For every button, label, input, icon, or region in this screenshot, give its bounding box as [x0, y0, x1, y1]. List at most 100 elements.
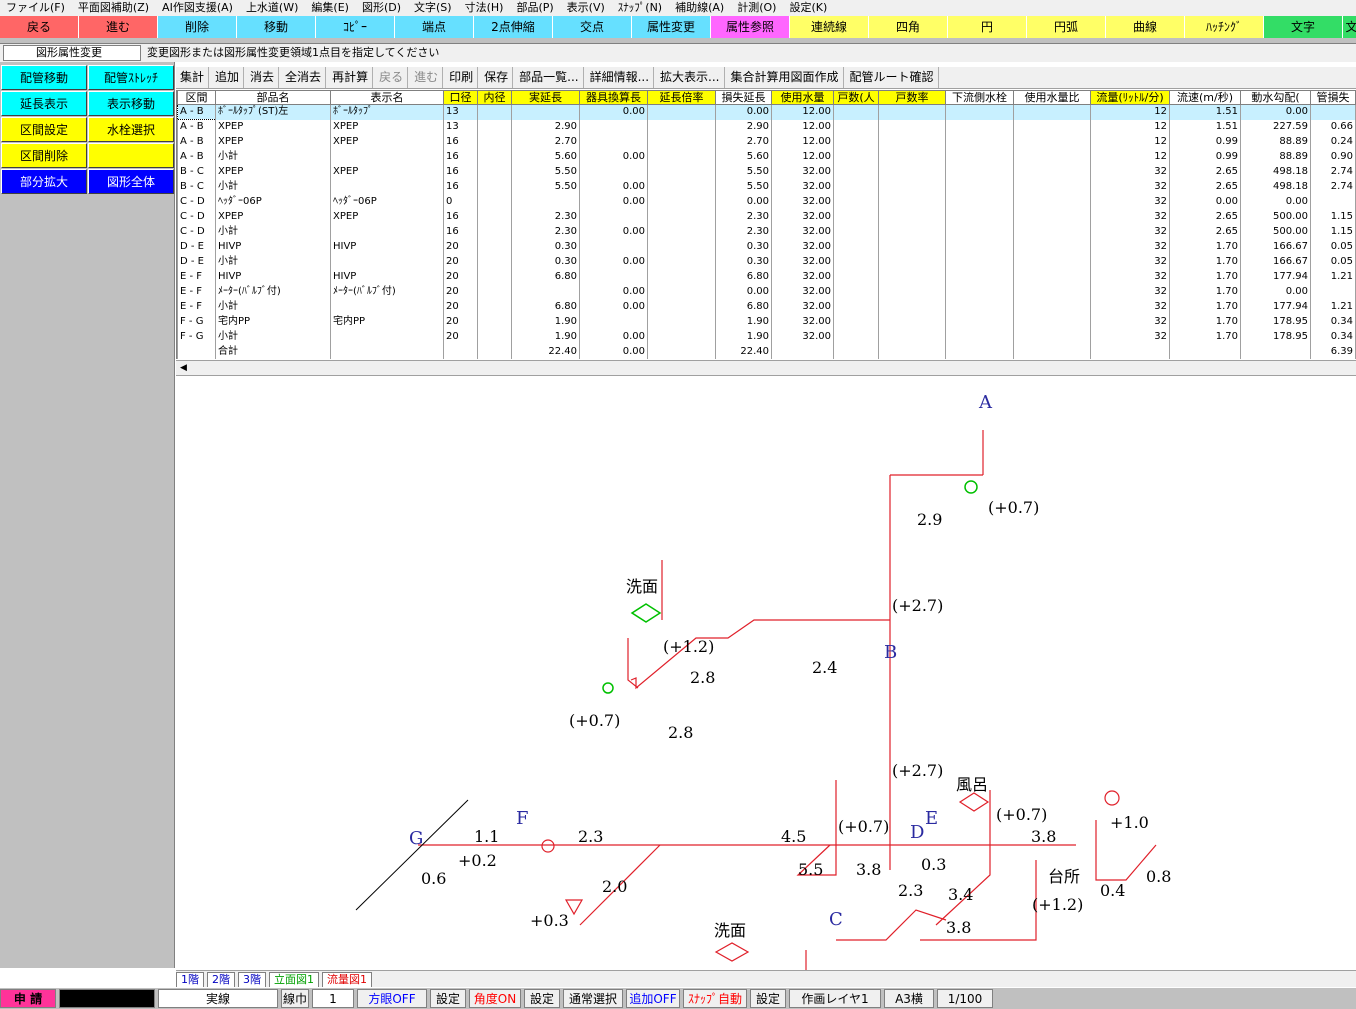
table-cell[interactable]: 498.18: [1240, 179, 1311, 195]
table-cell[interactable]: [1013, 224, 1091, 240]
menu-item[interactable]: 設定(K): [783, 0, 834, 16]
table-toolbar-button[interactable]: 集合計算用図面作成: [727, 67, 844, 88]
table-cell[interactable]: A - B: [177, 134, 216, 150]
table-cell[interactable]: [330, 254, 444, 270]
table-cell[interactable]: [945, 104, 1014, 120]
table-cell[interactable]: 0.30: [715, 239, 772, 255]
table-cell[interactable]: 498.18: [1240, 164, 1311, 180]
linetype-selector[interactable]: 実線: [158, 989, 278, 1008]
table-cell[interactable]: [1310, 104, 1356, 120]
table-cell[interactable]: 32: [1090, 194, 1170, 210]
table-cell[interactable]: 32.00: [771, 164, 834, 180]
table-cell[interactable]: 0.00: [579, 299, 648, 315]
column-header[interactable]: 延長倍率: [647, 90, 716, 105]
command-button[interactable]: 曲線: [1106, 16, 1185, 38]
table-cell[interactable]: 13: [443, 104, 478, 120]
table-cell[interactable]: XPEP: [330, 164, 444, 180]
table-cell[interactable]: 177.94: [1240, 299, 1311, 315]
table-cell[interactable]: [477, 209, 512, 225]
table-cell[interactable]: [647, 269, 716, 285]
table-cell[interactable]: 2.30: [511, 224, 580, 240]
table-cell[interactable]: 20: [443, 269, 478, 285]
table-cell[interactable]: [833, 269, 879, 285]
column-header[interactable]: 部品名: [215, 90, 331, 105]
column-header[interactable]: 下流側水栓: [945, 90, 1014, 105]
table-cell[interactable]: 12.00: [771, 149, 834, 165]
table-cell[interactable]: 12.00: [771, 104, 834, 120]
table-cell[interactable]: [833, 239, 879, 255]
table-cell[interactable]: [945, 224, 1014, 240]
table-cell[interactable]: [945, 269, 1014, 285]
table-cell[interactable]: 1.51: [1169, 119, 1241, 135]
piping-drawing-canvas[interactable]: A B C D E F G 洗面 洗面 風呂 台所 2.9 2.8 2.4 2.…: [176, 380, 1356, 970]
table-cell[interactable]: 32.00: [771, 284, 834, 300]
table-cell[interactable]: 32.00: [771, 299, 834, 315]
table-cell[interactable]: 5.60: [715, 149, 772, 165]
table-cell[interactable]: [878, 239, 946, 255]
table-toolbar-button[interactable]: 配管ルート確認: [846, 67, 939, 88]
menu-item[interactable]: 上水道(W): [240, 0, 305, 16]
table-cell[interactable]: [878, 104, 946, 120]
table-cell[interactable]: [945, 209, 1014, 225]
table-cell[interactable]: 227.59: [1240, 119, 1311, 135]
table-cell[interactable]: [945, 164, 1014, 180]
table-cell[interactable]: [1013, 344, 1091, 359]
table-cell[interactable]: 20: [443, 329, 478, 345]
table-toolbar-button[interactable]: 全消去: [281, 67, 327, 88]
table-cell[interactable]: 32.00: [771, 209, 834, 225]
table-cell[interactable]: A - B: [177, 149, 216, 165]
table-cell[interactable]: 13: [443, 119, 478, 135]
command-button[interactable]: 文: [1343, 16, 1356, 38]
table-cell[interactable]: [647, 164, 716, 180]
command-button[interactable]: 2点伸縮: [474, 16, 553, 38]
table-cell[interactable]: 88.89: [1240, 134, 1311, 150]
table-cell[interactable]: [878, 149, 946, 165]
column-header[interactable]: 流速(m/秒): [1169, 90, 1241, 105]
table-cell[interactable]: [878, 299, 946, 315]
table-cell[interactable]: [1013, 179, 1091, 195]
table-cell[interactable]: [945, 299, 1014, 315]
table-cell[interactable]: 178.95: [1240, 314, 1311, 330]
table-cell[interactable]: 0.00: [579, 284, 648, 300]
table-toolbar-button[interactable]: 拡大表示...: [656, 67, 725, 88]
table-cell[interactable]: 12.00: [771, 134, 834, 150]
table-cell[interactable]: [1013, 254, 1091, 270]
table-cell[interactable]: 0.00: [579, 104, 648, 120]
table-cell[interactable]: [878, 284, 946, 300]
table-cell[interactable]: [647, 224, 716, 240]
table-cell[interactable]: [647, 149, 716, 165]
table-cell[interactable]: ﾍｯﾀﾞｰ06P: [330, 194, 444, 210]
table-cell[interactable]: 32: [1090, 239, 1170, 255]
table-cell[interactable]: [878, 179, 946, 195]
table-cell[interactable]: [1169, 344, 1241, 359]
column-header[interactable]: 表示名: [330, 90, 444, 105]
table-cell[interactable]: 5.50: [715, 179, 772, 195]
table-cell[interactable]: ﾒｰﾀｰ(ﾊﾞﾙﾌﾞ付): [330, 284, 444, 300]
table-cell[interactable]: [647, 299, 716, 315]
table-toolbar-button[interactable]: 戻る: [375, 67, 409, 88]
table-cell[interactable]: [647, 329, 716, 345]
table-cell[interactable]: [477, 284, 512, 300]
table-cell[interactable]: [833, 149, 879, 165]
table-cell[interactable]: 1.90: [715, 314, 772, 330]
table-cell[interactable]: [477, 254, 512, 270]
table-cell[interactable]: [1013, 329, 1091, 345]
calculation-grid[interactable]: 区間 部品名 表示名 口径 内径 実延長 器具換算長 延長倍率 損失延長 使用水量 戸数(人 戸数率下…: [177, 90, 1356, 359]
table-toolbar-button[interactable]: 部品一覧...: [515, 67, 584, 88]
table-cell[interactable]: [878, 224, 946, 240]
sheet-tab[interactable]: 2階: [207, 972, 235, 987]
table-cell[interactable]: XPEP: [330, 209, 444, 225]
table-cell[interactable]: 166.67: [1240, 239, 1311, 255]
table-cell[interactable]: [647, 239, 716, 255]
table-cell[interactable]: [477, 149, 512, 165]
table-cell[interactable]: 0.90: [1310, 149, 1356, 165]
table-cell[interactable]: [878, 194, 946, 210]
table-cell[interactable]: 2.65: [1169, 209, 1241, 225]
table-cell[interactable]: [945, 149, 1014, 165]
table-cell[interactable]: [647, 314, 716, 330]
table-toolbar-button[interactable]: 進む: [410, 67, 444, 88]
table-cell[interactable]: 32.00: [771, 269, 834, 285]
table-cell[interactable]: [477, 104, 512, 120]
table-cell[interactable]: 0: [443, 194, 478, 210]
column-header[interactable]: 流量(ﾘｯﾄﾙ/分): [1090, 90, 1170, 105]
